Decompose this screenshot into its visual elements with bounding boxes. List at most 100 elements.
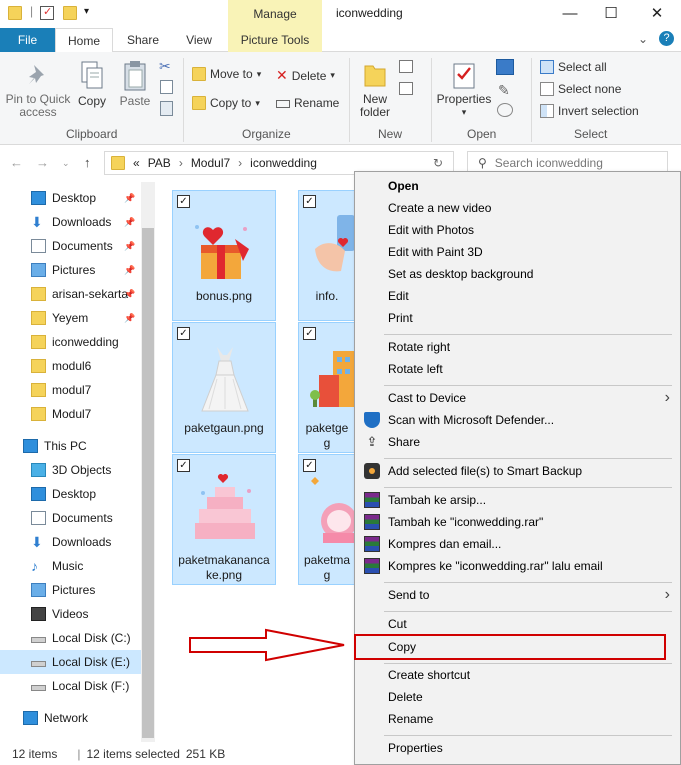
- menu-item-defender[interactable]: Scan with Microsoft Defender...: [355, 409, 680, 431]
- nav-item-yeyem[interactable]: Yeyem 📌: [0, 306, 140, 330]
- customize-quick-access-icon[interactable]: ▾: [84, 6, 89, 17]
- nav-item-modul7[interactable]: modul7: [0, 378, 140, 402]
- edit-icon[interactable]: ✎: [498, 82, 510, 99]
- refresh-icon[interactable]: ↻: [433, 156, 443, 170]
- nav-item-local-disk-e-[interactable]: Local Disk (E:): [0, 650, 141, 674]
- tile-checkbox[interactable]: ✓: [177, 327, 190, 340]
- nav-item-iconwedding[interactable]: iconwedding: [0, 330, 140, 354]
- menu-item-edit-photos[interactable]: Edit with Photos: [355, 219, 680, 241]
- delete-ribbon-button[interactable]: ✕ Delete ▾: [276, 67, 335, 84]
- close-button[interactable]: ✕: [642, 2, 672, 24]
- nav-scrollbar-thumb[interactable]: [142, 228, 154, 738]
- pin-icon[interactable]: 📌: [124, 265, 135, 276]
- tab-view[interactable]: View: [174, 28, 224, 52]
- menu-item-rotate-right[interactable]: Rotate right: [355, 336, 680, 358]
- tab-share[interactable]: Share: [118, 28, 168, 52]
- pin-icon[interactable]: 📌: [124, 193, 135, 204]
- nav-item-3d-objects[interactable]: 3D Objects: [0, 458, 140, 482]
- menu-item-arsip[interactable]: Tambah ke arsip...: [355, 489, 680, 511]
- properties-ribbon-button[interactable]: Properties ▾: [436, 60, 492, 119]
- new-item-icon[interactable]: [399, 60, 413, 73]
- address-prefix[interactable]: «: [133, 156, 140, 170]
- nav-item-modul6[interactable]: modul6: [0, 354, 140, 378]
- tab-file[interactable]: File: [0, 28, 55, 52]
- menu-item-cut[interactable]: Cut: [355, 613, 680, 635]
- maximize-button[interactable]: ☐: [596, 2, 626, 24]
- nav-item-documents[interactable]: Documents: [0, 506, 140, 530]
- breadcrumb-pab[interactable]: PAB: [148, 156, 171, 170]
- menu-item-kompres-email[interactable]: Kompres dan email...: [355, 533, 680, 555]
- nav-item-network[interactable]: Network: [0, 706, 140, 730]
- menu-item-share[interactable]: ⇪ Share: [355, 431, 680, 453]
- move-to-button[interactable]: Move to ▾: [192, 67, 261, 81]
- open-with-icon[interactable]: [496, 59, 514, 75]
- nav-item-pictures[interactable]: Pictures 📌: [0, 258, 140, 282]
- file-tile-info[interactable]: ✓ info.: [298, 190, 356, 321]
- back-arrow-icon[interactable]: ←: [10, 155, 23, 170]
- menu-item-send-to[interactable]: Send to ›: [355, 584, 680, 606]
- menu-item-set-bg[interactable]: Set as desktop background: [355, 263, 680, 285]
- file-tile-paketgedung[interactable]: ✓ paketge g: [298, 322, 356, 453]
- minimize-button[interactable]: —: [555, 2, 585, 24]
- folder-icon[interactable]: [8, 6, 22, 20]
- nav-item-arisan-sekarta[interactable]: arisan-sekarta 📌: [0, 282, 140, 306]
- file-tile-bonus[interactable]: ✓ bonus.png: [172, 190, 276, 321]
- file-tile-paketmakanancake[interactable]: ✓ paketmakananca ke.png: [172, 454, 276, 585]
- pin-icon[interactable]: 📌: [124, 289, 135, 300]
- nav-item-videos[interactable]: Videos: [0, 602, 140, 626]
- breadcrumb-modul7[interactable]: Modul7: [191, 156, 230, 170]
- cut-icon[interactable]: ✂: [159, 58, 171, 75]
- manage-tab[interactable]: Manage: [228, 0, 322, 28]
- pin-icon[interactable]: 📌: [124, 217, 135, 228]
- menu-item-properties[interactable]: Properties: [355, 737, 680, 759]
- select-all-button[interactable]: Select all: [540, 60, 607, 74]
- help-icon[interactable]: ?: [659, 31, 674, 46]
- menu-item-kompres-rar-email[interactable]: Kompres ke "iconwedding.rar" lalu email: [355, 555, 680, 577]
- nav-item-documents[interactable]: Documents 📌: [0, 234, 140, 258]
- menu-item-edit[interactable]: Edit: [355, 285, 680, 307]
- menu-item-print[interactable]: Print: [355, 307, 680, 329]
- breadcrumb-iconwedding[interactable]: iconwedding: [250, 156, 317, 170]
- tile-checkbox[interactable]: ✓: [177, 459, 190, 472]
- pin-quick-access-button[interactable]: Pin to Quick access: [4, 62, 72, 119]
- file-tile-paketmakan[interactable]: ✓ paketma g: [298, 454, 356, 585]
- nav-item-local-disk-c-[interactable]: Local Disk (C:): [0, 626, 140, 650]
- nav-item-music[interactable]: ♪ Music: [0, 554, 140, 578]
- invert-selection-button[interactable]: Invert selection: [540, 104, 639, 118]
- tile-checkbox[interactable]: ✓: [177, 195, 190, 208]
- file-tile-paketgaun[interactable]: ✓ paketgaun.png: [172, 322, 276, 453]
- menu-item-cast[interactable]: Cast to Device ›: [355, 387, 680, 409]
- nav-item-local-disk-f-[interactable]: Local Disk (F:): [0, 674, 140, 698]
- menu-item-edit-paint3d[interactable]: Edit with Paint 3D: [355, 241, 680, 263]
- copy-path-icon[interactable]: [160, 80, 173, 94]
- paste-shortcut-icon[interactable]: [160, 101, 173, 116]
- copy-to-button[interactable]: Copy to ▾: [192, 96, 260, 110]
- tile-checkbox[interactable]: ✓: [303, 327, 316, 340]
- new-folder-button[interactable]: New folder: [355, 60, 395, 119]
- pin-icon[interactable]: 📌: [124, 241, 135, 252]
- up-arrow-icon[interactable]: ↑: [84, 155, 91, 170]
- tab-home[interactable]: Home: [55, 28, 113, 53]
- nav-item-this-pc[interactable]: This PC: [0, 434, 140, 458]
- nav-item-downloads[interactable]: ⬇ Downloads: [0, 530, 140, 554]
- rename-ribbon-button[interactable]: Rename: [276, 96, 339, 110]
- menu-item-tambah-rar[interactable]: Tambah ke "iconwedding.rar": [355, 511, 680, 533]
- menu-item-rename[interactable]: Rename: [355, 708, 680, 730]
- properties-quick-icon[interactable]: ✓: [40, 6, 54, 20]
- menu-item-rotate-left[interactable]: Rotate left: [355, 358, 680, 380]
- new-folder-quick-icon[interactable]: [63, 6, 77, 20]
- nav-item-desktop[interactable]: Desktop 📌: [0, 186, 140, 210]
- menu-item-smart-backup[interactable]: Add selected file(s) to Smart Backup: [355, 460, 680, 482]
- tab-picture-tools[interactable]: Picture Tools: [228, 28, 322, 52]
- nav-item-downloads[interactable]: ⬇ Downloads 📌: [0, 210, 140, 234]
- tile-checkbox[interactable]: ✓: [303, 195, 316, 208]
- forward-arrow-icon[interactable]: →: [36, 155, 49, 170]
- nav-item-modul7[interactable]: Modul7: [0, 402, 140, 426]
- copy-ribbon-button[interactable]: Copy: [74, 60, 110, 108]
- menu-item-create-video[interactable]: Create a new video: [355, 197, 680, 219]
- select-none-button[interactable]: Select none: [540, 82, 621, 96]
- menu-item-delete[interactable]: Delete: [355, 686, 680, 708]
- menu-item-open[interactable]: Open: [355, 175, 680, 197]
- pin-icon[interactable]: 📌: [124, 313, 135, 324]
- nav-item-pictures[interactable]: Pictures: [0, 578, 140, 602]
